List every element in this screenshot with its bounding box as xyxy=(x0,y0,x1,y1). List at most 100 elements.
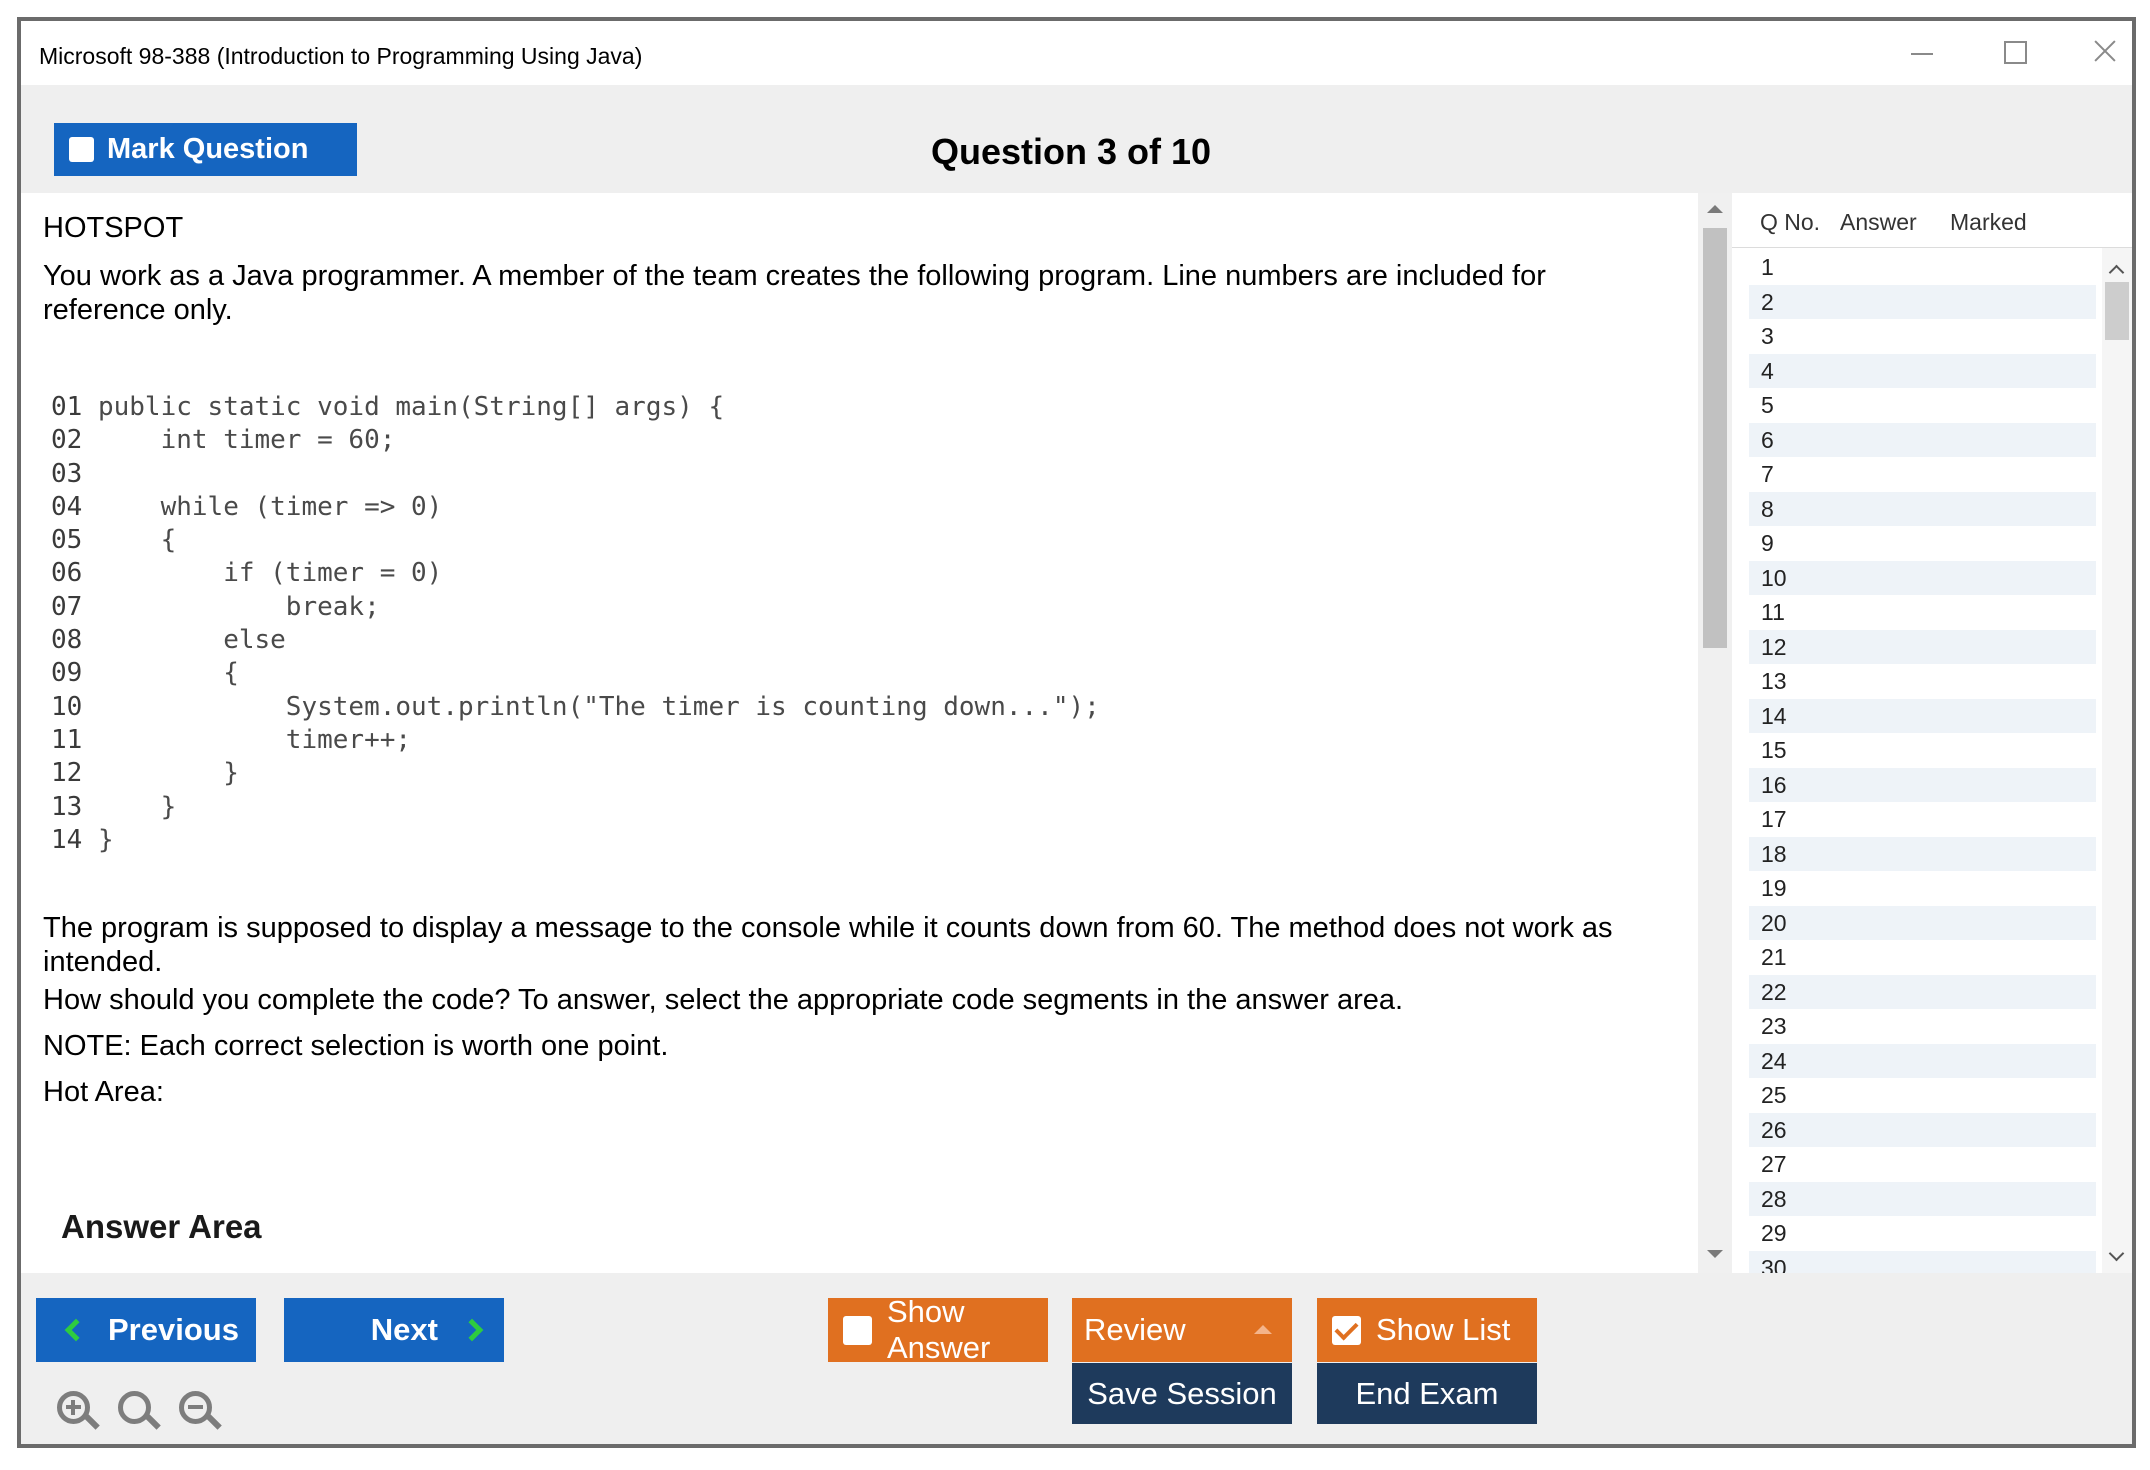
question-list-row[interactable]: 20 xyxy=(1749,905,2096,940)
question-list-row[interactable]: 7 xyxy=(1749,457,2096,492)
mark-question-checkbox[interactable] xyxy=(69,137,94,162)
question-list-row[interactable]: 9 xyxy=(1749,526,2096,561)
code-line-text: int timer = 60; xyxy=(82,425,396,456)
minimize-icon[interactable] xyxy=(1891,31,1951,71)
question-type: HOTSPOT xyxy=(43,212,184,244)
column-q-no: Q No. xyxy=(1760,209,1821,235)
question-list-row[interactable]: 2 xyxy=(1749,284,2096,319)
next-label: Next xyxy=(370,1312,438,1347)
question-list-row[interactable]: 21 xyxy=(1749,940,2096,975)
scroll-up-arrow-icon[interactable] xyxy=(1707,205,1723,213)
code-line: 11 timer++; xyxy=(51,724,1100,757)
code-line-text: while (timer => 0) xyxy=(82,491,443,522)
code-block: 01 public static void main(String[] args… xyxy=(51,391,1100,857)
code-line-number: 02 xyxy=(51,425,83,456)
code-line-text: else xyxy=(82,625,286,656)
question-list-row[interactable]: 11 xyxy=(1749,595,2096,630)
code-line-text: } xyxy=(82,791,177,822)
maximize-icon[interactable] xyxy=(1983,31,2043,71)
next-button[interactable]: Next xyxy=(284,1298,504,1362)
code-line: 02 int timer = 60; xyxy=(51,424,1100,457)
question-list-row[interactable]: 22 xyxy=(1749,974,2096,1009)
show-list-label: Show List xyxy=(1376,1312,1511,1347)
code-line-text: break; xyxy=(82,591,380,622)
question-instruction: How should you complete the code? To ans… xyxy=(43,984,1404,1016)
code-line: 07 break; xyxy=(51,591,1100,624)
question-list-row[interactable]: 13 xyxy=(1749,664,2096,699)
code-line: 04 while (timer => 0) xyxy=(51,491,1100,524)
question-list-row[interactable]: 15 xyxy=(1749,733,2096,768)
question-list-rows: 1 2 3 4 5 6 7 8 9 10 11 12 13 14 15 16 17 18 19 20 21 22 23 24 2… xyxy=(1749,250,2096,1285)
scroll-down-arrow-icon[interactable] xyxy=(1707,1250,1723,1258)
end-exam-label: End Exam xyxy=(1355,1375,1499,1411)
question-list-row[interactable]: 8 xyxy=(1749,491,2096,526)
question-content: HOTSPOT You work as a Java programmer. A… xyxy=(21,193,1698,1273)
review-dropdown[interactable]: Review xyxy=(1072,1298,1292,1362)
mark-question-button[interactable]: Mark Question xyxy=(54,123,357,176)
show-list-checkbox[interactable] xyxy=(1332,1315,1361,1345)
zoom-reset-icon[interactable] xyxy=(114,1387,164,1437)
show-answer-label: Show Answer xyxy=(887,1294,991,1365)
content-scroll-thumb[interactable] xyxy=(1703,228,1727,648)
question-list-row[interactable]: 23 xyxy=(1749,1009,2096,1044)
question-list-row[interactable]: 28 xyxy=(1749,1181,2096,1216)
code-line-number: 07 xyxy=(51,591,83,622)
content-scrollbar[interactable] xyxy=(1698,193,1732,1273)
show-answer-checkbox[interactable] xyxy=(843,1315,872,1345)
code-line: 05 { xyxy=(51,524,1100,557)
chevron-right-icon xyxy=(460,1318,484,1342)
zoom-out-icon[interactable] xyxy=(175,1387,225,1437)
show-list-button[interactable]: Show List xyxy=(1317,1298,1537,1362)
question-list-row[interactable]: 5 xyxy=(1749,388,2096,423)
chevron-up-icon[interactable] xyxy=(2108,264,2125,281)
code-line: 06 if (timer = 0) xyxy=(51,557,1100,590)
code-line-text: } xyxy=(82,758,239,789)
zoom-in-icon[interactable] xyxy=(53,1387,103,1437)
code-line: 10 System.out.println("The timer is coun… xyxy=(51,691,1100,724)
code-line-text: { xyxy=(82,525,177,556)
question-list-row[interactable]: 27 xyxy=(1749,1147,2096,1182)
question-list-row[interactable]: 29 xyxy=(1749,1216,2096,1251)
question-list-row[interactable]: 24 xyxy=(1749,1043,2096,1078)
question-list-row[interactable]: 6 xyxy=(1749,422,2096,457)
question-list-row[interactable]: 19 xyxy=(1749,871,2096,906)
question-list-scroll-thumb[interactable] xyxy=(2105,282,2129,340)
question-list-row[interactable]: 10 xyxy=(1749,560,2096,595)
save-session-label: Save Session xyxy=(1087,1375,1277,1411)
save-session-button[interactable]: Save Session xyxy=(1072,1363,1292,1424)
question-note: NOTE: Each correct selection is worth on… xyxy=(43,1030,669,1062)
question-list-row[interactable]: 25 xyxy=(1749,1078,2096,1113)
bottom-toolbar: Previous Next Show Answer Review Show Li… xyxy=(21,1273,2132,1444)
question-list-row[interactable]: 14 xyxy=(1749,698,2096,733)
previous-label: Previous xyxy=(108,1312,239,1347)
question-list-row[interactable]: 26 xyxy=(1749,1112,2096,1147)
end-exam-button[interactable]: End Exam xyxy=(1317,1363,1537,1424)
code-line: 03 xyxy=(51,458,1100,491)
code-line-number: 04 xyxy=(51,491,83,522)
question-counter: Question 3 of 10 xyxy=(930,131,1212,172)
question-header: Mark Question Question 3 of 10 xyxy=(21,85,2132,193)
question-list-row[interactable]: 3 xyxy=(1749,319,2096,354)
question-list-row[interactable]: 4 xyxy=(1749,353,2096,388)
code-line-text: timer++; xyxy=(82,724,412,755)
caret-up-icon xyxy=(1254,1325,1272,1334)
answer-area-title: Answer Area xyxy=(61,1208,262,1245)
code-line: 08 else xyxy=(51,624,1100,657)
code-line-number: 08 xyxy=(51,625,83,656)
question-list-row[interactable]: 17 xyxy=(1749,802,2096,837)
question-list-scrollbar[interactable] xyxy=(2102,248,2132,1273)
close-icon[interactable] xyxy=(2074,31,2132,71)
question-list-row[interactable]: 12 xyxy=(1749,629,2096,664)
code-line-text: public static void main(String[] args) { xyxy=(82,392,725,422)
question-list-row[interactable]: 18 xyxy=(1749,836,2096,871)
chevron-down-icon[interactable] xyxy=(2108,1245,2125,1262)
question-list-header: Q No. Answer Marked xyxy=(1732,193,2132,248)
mark-question-label: Mark Question xyxy=(107,133,309,165)
previous-button[interactable]: Previous xyxy=(36,1298,256,1362)
question-list-row[interactable]: 16 xyxy=(1749,767,2096,802)
exam-window: Microsoft 98-388 (Introduction to Progra… xyxy=(17,17,2136,1448)
question-list-row[interactable]: 1 xyxy=(1749,250,2096,285)
column-marked: Marked xyxy=(1950,209,2027,235)
show-answer-button[interactable]: Show Answer xyxy=(828,1294,1048,1365)
code-line-number: 05 xyxy=(51,525,83,556)
